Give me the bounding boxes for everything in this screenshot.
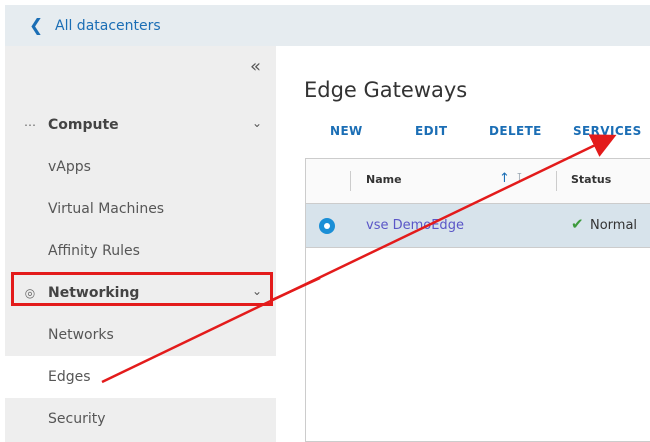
edge-name-link[interactable]: vse DemoEdge bbox=[366, 218, 464, 233]
check-circle-icon: ✔ bbox=[571, 215, 584, 233]
sidebar: « ⋯ Compute ⌄ vApps Virtual Machines Aff… bbox=[5, 46, 276, 442]
edit-button[interactable]: EDIT bbox=[415, 124, 447, 138]
sidebar-item-vapps[interactable]: vApps bbox=[5, 146, 276, 188]
table-row[interactable]: vse DemoEdge ✔ Normal bbox=[306, 204, 650, 248]
grid-header: Name ↑ ⊺ Status bbox=[306, 159, 650, 204]
sidebar-item-label: Affinity Rules bbox=[48, 243, 140, 259]
collapse-sidebar-icon[interactable]: « bbox=[250, 56, 261, 77]
sort-up-icon[interactable]: ↑ bbox=[499, 171, 510, 186]
filter-icon[interactable]: ⊺ bbox=[516, 171, 523, 186]
chevron-left-icon[interactable]: ❮ bbox=[29, 16, 45, 36]
sidebar-item-label: Virtual Machines bbox=[48, 201, 165, 217]
row-select-radio[interactable] bbox=[319, 218, 335, 234]
sidebar-item-label: Edges bbox=[48, 369, 91, 385]
column-divider bbox=[350, 171, 351, 191]
edge-gateways-grid: Name ↑ ⊺ Status vse DemoEdge ✔ Normal bbox=[305, 158, 650, 442]
chevron-down-icon: ⌄ bbox=[251, 116, 262, 130]
sidebar-item-label: vApps bbox=[48, 159, 91, 175]
sidebar-item-label: Security bbox=[48, 411, 106, 427]
all-datacenters-link[interactable]: All datacenters bbox=[55, 18, 161, 34]
main-panel: Edge Gateways NEW EDIT DELETE SERVICES N… bbox=[276, 46, 650, 442]
sidebar-item-networks[interactable]: Networks bbox=[5, 314, 276, 356]
delete-button[interactable]: DELETE bbox=[489, 124, 542, 138]
column-header-status[interactable]: Status bbox=[571, 173, 611, 186]
annotation-highlight-box bbox=[11, 272, 273, 306]
grid-dots-icon: ⋯ bbox=[24, 118, 36, 132]
services-button[interactable]: SERVICES bbox=[573, 124, 642, 138]
sidebar-item-affinity-rules[interactable]: Affinity Rules bbox=[5, 230, 276, 272]
column-header-name[interactable]: Name bbox=[366, 173, 402, 186]
page-title: Edge Gateways bbox=[304, 78, 468, 102]
column-divider bbox=[556, 171, 557, 191]
sidebar-group-compute[interactable]: ⋯ Compute ⌄ bbox=[5, 104, 276, 146]
top-bar: ❮ All datacenters bbox=[5, 5, 650, 46]
new-button[interactable]: NEW bbox=[330, 124, 363, 138]
sidebar-item-label: Networks bbox=[48, 327, 114, 343]
sidebar-item-virtual-machines[interactable]: Virtual Machines bbox=[5, 188, 276, 230]
status-text: Normal bbox=[590, 218, 638, 233]
sidebar-item-edges[interactable]: Edges bbox=[5, 356, 276, 398]
sidebar-group-label: Compute bbox=[48, 117, 119, 133]
sidebar-item-security[interactable]: Security bbox=[5, 398, 276, 440]
